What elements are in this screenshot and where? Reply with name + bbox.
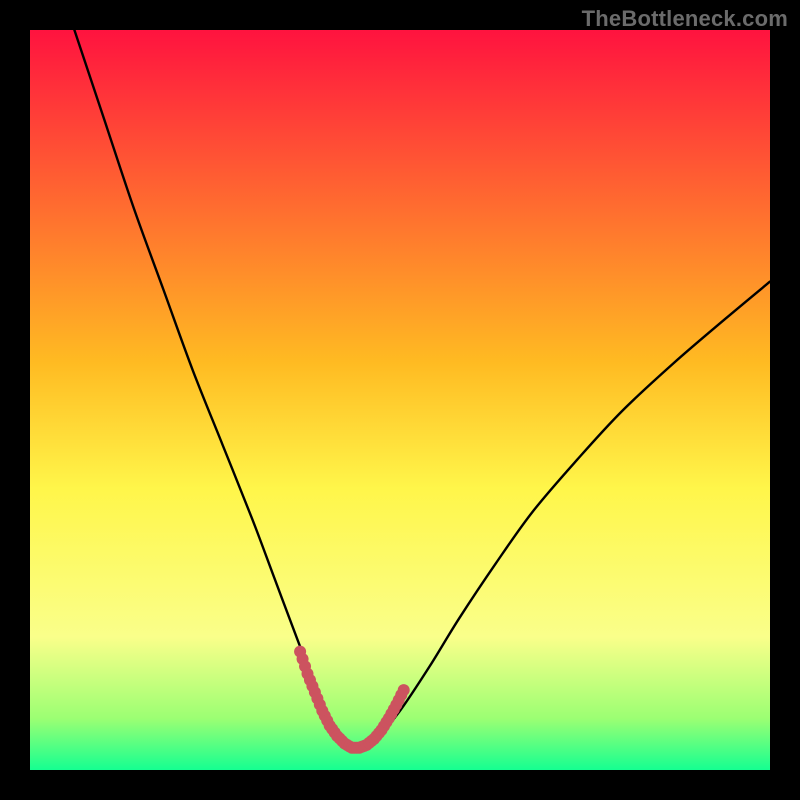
highlight-dot <box>398 684 410 696</box>
gradient-background <box>30 30 770 770</box>
bottleneck-chart <box>30 30 770 770</box>
chart-container: TheBottleneck.com <box>0 0 800 800</box>
watermark-text: TheBottleneck.com <box>582 6 788 32</box>
plot-area <box>30 30 770 770</box>
